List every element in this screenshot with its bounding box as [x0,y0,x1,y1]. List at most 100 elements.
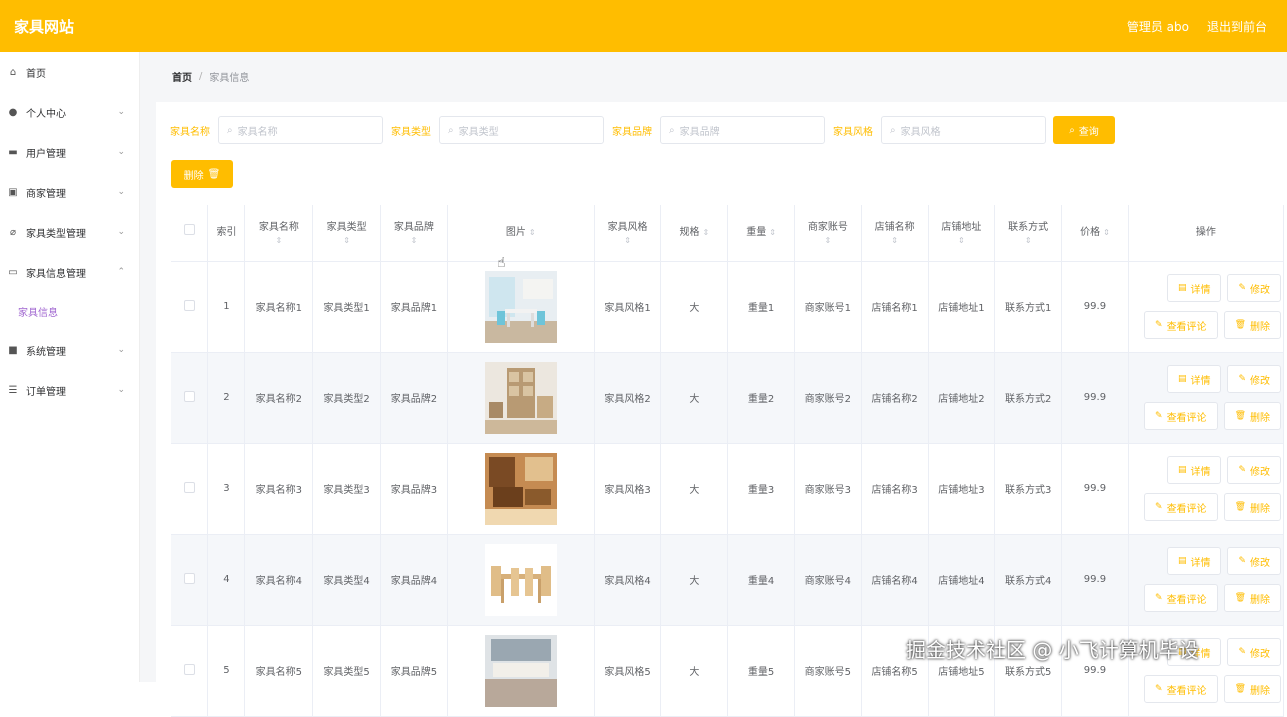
sort-icon: ⇕ [624,235,631,245]
view-reviews-button[interactable]: ✎ 查看评论 [1144,584,1218,612]
column-header[interactable]: 家具风格 ⇕ [594,205,662,262]
column-header[interactable]: 商家账号 ⇕ [794,205,862,262]
delete-button[interactable]: 🗑 删除 [1223,493,1281,521]
cell-shop: 店铺名称2 [861,352,929,444]
exit-link[interactable]: 退出到前台 [1207,18,1267,35]
furniture-image[interactable] [484,270,557,343]
furniture-image[interactable] [484,543,557,616]
sidebar-item-merchant-management[interactable]: ▣ 商家管理 ⌄ [0,172,139,212]
column-header[interactable]: 家具名称 ⇕ [244,205,314,262]
delete-button[interactable]: 🗑 删除 [1223,402,1281,430]
cell-shop: 店铺名称4 [861,534,929,626]
chevron-down-icon: ⌄ [117,227,125,237]
sidebar-item-furniture-type-management[interactable]: ⌀ 家具类型管理 ⌄ [0,212,139,252]
delete-button[interactable]: 🗑 删除 [1223,584,1281,612]
column-header[interactable]: 店铺名称 ⇕ [861,205,929,262]
sort-icon: ⇕ [410,235,418,245]
row-checkbox[interactable] [183,390,195,402]
table-row: 2 家具名称2 家具类型2 家具品牌2 家具风格2 大重量2 商家账号2 店铺名称2 店铺地址2… [171,352,1285,444]
view-reviews-button[interactable]: ✎ 查看评论 [1144,675,1218,703]
cell-name: 家具名称5 [244,625,314,717]
action-row: ▤ 详情 ✎ 修改 [1166,547,1281,575]
action-row: ✎ 查看评论 🗑 删除 [1144,584,1281,612]
detail-button[interactable]: ▤ 详情 [1166,456,1222,484]
row-index: 5 [207,625,246,717]
sidebar-item-home[interactable]: ⌂ 首页 [0,52,139,92]
column-header-label: 重量 [746,226,767,238]
breadcrumb-home[interactable]: 首页 [172,69,192,84]
users-icon: ▬ [8,146,18,158]
home-icon: ⌂ [9,66,17,78]
column-header[interactable]: 家具类型 ⇕ [312,205,382,262]
search-label-brand: 家具品牌 [612,126,652,138]
main-area: 首页 / 家具信息 家具名称 ⌕ 家具名称 家具类型 ⌕ 家具类型 家具品牌 ⌕ 家具… [140,52,1287,717]
sidebar-item-furniture-info-management[interactable]: ▭ 家具信息管理 ⌃ [0,252,139,292]
row-checkbox[interactable] [183,481,195,493]
edit-button[interactable]: ✎ 修改 [1227,274,1281,302]
column-header[interactable]: 联系方式 ⇕ [994,205,1063,262]
document-icon: ▤ [1177,465,1187,475]
cell-name: 家具名称3 [244,443,314,535]
top-right-links: 管理员 abo 退出到前台 [1127,18,1267,35]
detail-button[interactable]: ▤ 详情 [1166,547,1222,575]
row-actions: ▤ 详情 ✎ 修改 ✎ 查看评论 🗑 删除 [1128,261,1285,353]
tag-icon: ⌀ [9,226,17,238]
row-checkbox[interactable] [183,299,195,311]
column-header-label: 联系方式 [1008,221,1049,233]
delete-button[interactable]: 🗑 删除 [1223,675,1281,703]
edit-button[interactable]: ✎ 修改 [1227,638,1281,666]
sidebar-subitem-furniture-info[interactable]: 家具信息 [0,292,139,330]
column-header[interactable]: 家具品牌 ⇕ [380,205,448,262]
delete-button[interactable]: 🗑 删除 [1223,311,1281,339]
furniture-image[interactable] [484,452,557,525]
furniture-image[interactable] [484,361,557,434]
column-header[interactable]: 价格 ⇕ [1061,205,1129,262]
sidebar-item-system-management[interactable]: ■ 系统管理 ⌄ [0,330,139,370]
sidebar-item-personal-center[interactable]: ● 个人中心 ⌄ [0,92,139,132]
placeholder-text: 家具品牌 [679,126,720,138]
cell-weight: 重量1 [727,261,795,353]
column-header[interactable]: 店铺地址 ⇕ [928,205,996,262]
row-checkbox[interactable] [183,572,195,584]
column-header-label: 家具名称 [258,221,299,233]
sidebar-item-order-management[interactable]: ☰ 订单管理 ⌄ [0,370,139,410]
view-reviews-button[interactable]: ✎ 查看评论 [1144,402,1218,430]
search-input-brand[interactable]: ⌕ 家具品牌 [660,116,825,144]
cell-spec: 大 [660,443,729,535]
info-icon: ▭ [8,266,18,278]
row-checkbox[interactable] [183,663,195,675]
row-select-cell [171,443,209,535]
row-select-cell [171,534,209,626]
cell-shop: 店铺名称1 [861,261,929,353]
sidebar-item-user-management[interactable]: ▬ 用户管理 ⌄ [0,132,139,172]
furniture-image[interactable] [484,634,557,707]
query-button[interactable]: ⌕ 查询 [1053,116,1115,144]
trash-icon: 🗑 [1234,684,1246,694]
search-input-style[interactable]: ⌕ 家具风格 [881,116,1046,144]
detail-button[interactable]: ▤ 详情 [1166,274,1222,302]
select-all-checkbox[interactable] [183,224,195,236]
cell-brand: 家具品牌3 [380,443,448,535]
admin-user-label[interactable]: 管理员 abo [1127,18,1189,35]
detail-button[interactable]: ▤ 详情 [1166,365,1222,393]
search-input-name[interactable]: ⌕ 家具名称 [218,116,383,144]
edit-icon: ✎ [1238,283,1246,293]
edit-button[interactable]: ✎ 修改 [1227,365,1281,393]
column-header-label: 家具类型 [326,221,367,233]
action-row: ✎ 查看评论 🗑 删除 [1144,675,1281,703]
view-reviews-button[interactable]: ✎ 查看评论 [1144,311,1218,339]
batch-delete-button[interactable]: 删除 🗑 [171,160,233,188]
cell-account: 商家账号3 [794,443,862,535]
search-input-type[interactable]: ⌕ 家具类型 [439,116,604,144]
column-header[interactable]: 重量 ⇕ [727,205,795,262]
row-index: 3 [207,443,246,535]
cell-image [447,534,595,626]
button-label: 查看评论 [1166,412,1207,424]
column-header[interactable]: 规格 ⇕ [660,205,729,262]
edit-button[interactable]: ✎ 修改 [1227,547,1281,575]
action-row: ✎ 查看评论 🗑 删除 [1144,402,1281,430]
column-header-label: 图片 [505,226,526,238]
column-header[interactable]: 图片 ⇕ [447,205,595,262]
edit-button[interactable]: ✎ 修改 [1227,456,1281,484]
view-reviews-button[interactable]: ✎ 查看评论 [1144,493,1218,521]
